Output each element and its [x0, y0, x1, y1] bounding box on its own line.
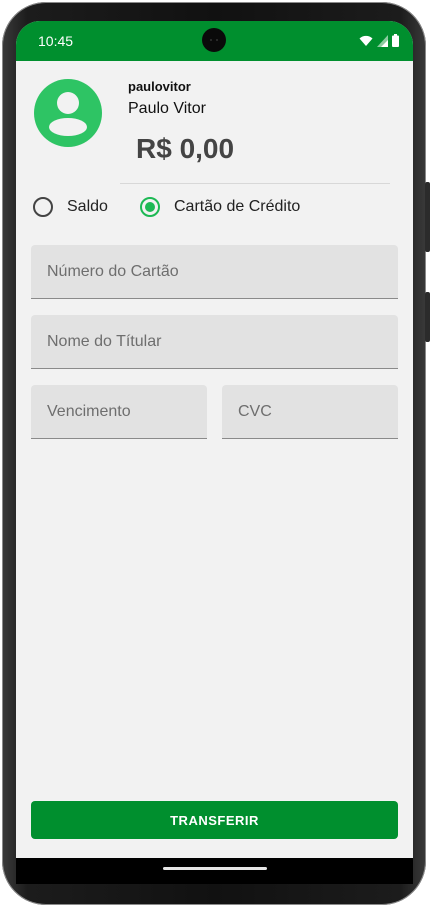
- transfer-button[interactable]: TRANSFERIR: [31, 801, 398, 839]
- cvc-placeholder: CVC: [238, 403, 272, 420]
- card-holder-placeholder: Nome do Títular: [47, 333, 162, 350]
- navigation-bar: [16, 858, 413, 884]
- card-holder-field[interactable]: Nome do Títular: [31, 315, 398, 369]
- front-camera: [202, 28, 226, 52]
- cvc-field[interactable]: CVC: [222, 385, 398, 439]
- battery-icon: [392, 34, 399, 47]
- status-icons: [359, 34, 399, 47]
- radio-option-saldo[interactable]: Saldo: [33, 197, 108, 217]
- radio-label-credit-card: Cartão de Crédito: [174, 198, 301, 215]
- full-name: Paulo Vitor: [128, 100, 206, 117]
- username: paulovitor: [128, 79, 191, 94]
- radio-label-saldo: Saldo: [67, 198, 108, 215]
- card-number-placeholder: Número do Cartão: [47, 263, 179, 280]
- expiry-field[interactable]: Vencimento: [31, 385, 207, 439]
- profile-divider: [120, 183, 390, 184]
- volume-button: [425, 182, 430, 252]
- home-indicator[interactable]: [163, 867, 267, 870]
- expiry-placeholder: Vencimento: [47, 403, 131, 420]
- card-number-field[interactable]: Número do Cartão: [31, 245, 398, 299]
- power-button: [425, 292, 430, 342]
- app-screen: 10:45 paulovitor Paulo Vitor R$ 0,00 Sal…: [16, 21, 413, 858]
- radio-checked-icon[interactable]: [140, 197, 160, 217]
- balance-amount: R$ 0,00: [136, 133, 235, 164]
- payment-method-group: Saldo Cartão de Crédito: [16, 197, 413, 221]
- signal-icon: [377, 34, 388, 47]
- status-bar: 10:45: [16, 21, 413, 61]
- user-avatar-icon: [34, 79, 102, 147]
- wifi-icon: [359, 35, 373, 46]
- status-time: 10:45: [38, 33, 74, 49]
- radio-unchecked-icon[interactable]: [33, 197, 53, 217]
- radio-option-credit-card[interactable]: Cartão de Crédito: [140, 197, 300, 217]
